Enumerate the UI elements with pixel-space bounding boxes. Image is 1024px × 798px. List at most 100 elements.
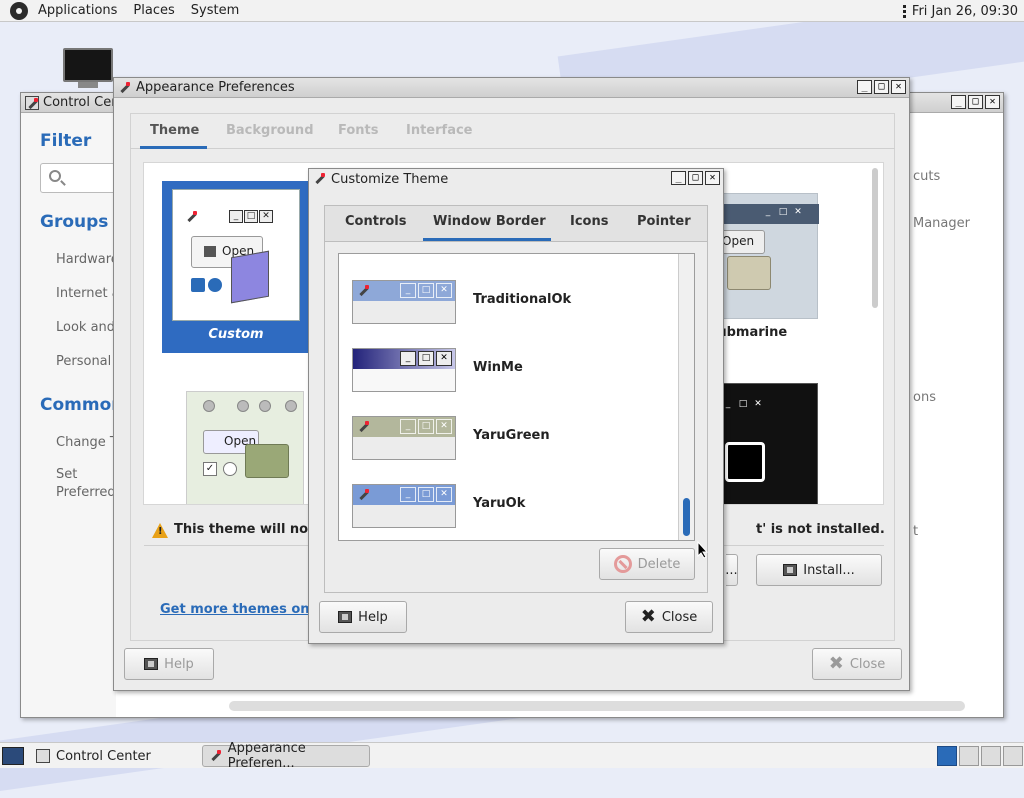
control-center-sidebar: [21, 113, 116, 717]
clock[interactable]: Fri Jan 26, 09:30: [912, 4, 1018, 19]
list-item[interactable]: _ □ ✕ TraditionalOk: [339, 268, 679, 336]
minimize-icon[interactable]: _: [671, 171, 686, 185]
customize-theme-dialog: Customize Theme _ □ ✕ Controls Window Bo…: [308, 168, 724, 644]
tab-window-border[interactable]: Window Border: [433, 214, 546, 229]
border-list-scrollbar[interactable]: [678, 254, 694, 540]
tab-fonts[interactable]: Fonts: [338, 123, 379, 138]
close-icon: ✖: [828, 653, 844, 674]
customize-notebook: _ □ ✕ TraditionalOk _ □ ✕ WinMe _ □ ✕ YaruGree…: [324, 241, 708, 593]
theme-dark-preview[interactable]: _ □ ✕: [714, 383, 818, 504]
border-preview: _ □ ✕: [352, 416, 456, 460]
workspace-1[interactable]: [937, 746, 957, 766]
maximize-icon[interactable]: □: [968, 95, 983, 109]
group-look-and-feel[interactable]: Look and Feel: [56, 320, 116, 335]
checkbox-icon: ✓: [203, 462, 217, 476]
cc-item-partial[interactable]: cuts: [913, 169, 940, 184]
tab-theme[interactable]: Theme: [150, 123, 199, 138]
task-control-center[interactable]: Control Center: [30, 745, 157, 767]
panel-kebab-icon[interactable]: [902, 4, 906, 18]
customize-titlebar[interactable]: Customize Theme _ □ ✕: [309, 169, 723, 189]
delete-button[interactable]: Delete: [599, 548, 695, 580]
cc-item-partial[interactable]: ons: [913, 390, 936, 405]
partial-button[interactable]: ...: [725, 554, 738, 586]
get-more-themes-link[interactable]: Get more themes onlin: [160, 602, 328, 617]
appearance-titlebar[interactable]: Appearance Preferences _ □ ✕: [114, 78, 909, 98]
common-change-theme[interactable]: Change Theme: [56, 435, 116, 450]
menu-places[interactable]: Places: [125, 3, 182, 18]
radio-icon: [223, 462, 237, 476]
warning-text-tail: t' is not installed.: [756, 522, 885, 537]
checkbox-icon: [191, 278, 205, 292]
help-icon: [338, 611, 353, 623]
paintbrush-icon: [313, 172, 327, 186]
common-preferred-apps[interactable]: Set Preferred Applications: [56, 466, 116, 502]
window-border-list: _ □ ✕ TraditionalOk _ □ ✕ WinMe _ □ ✕ YaruGree…: [338, 253, 695, 541]
theme-custom[interactable]: _ □ ✕ Open Custom: [162, 181, 310, 353]
group-internet[interactable]: Internet and Network: [56, 286, 116, 301]
folder-icon: [245, 444, 289, 478]
list-item[interactable]: _ □ ✕ WinMe: [339, 336, 679, 404]
list-item[interactable]: _ □ ✕ YaruOk: [339, 472, 679, 540]
menu-applications[interactable]: Applications: [30, 3, 125, 18]
tab-background[interactable]: Background: [226, 123, 314, 138]
close-button[interactable]: ✖ Close: [812, 648, 902, 680]
border-preview: _ □ ✕: [352, 280, 456, 324]
panel-right: Fri Jan 26, 09:30: [902, 0, 1018, 22]
paintbrush-icon: [357, 488, 371, 502]
help-button[interactable]: Help: [124, 648, 214, 680]
border-preview: _ □ ✕: [352, 348, 456, 392]
theme-list-scrollbar[interactable]: [872, 168, 878, 308]
list-item[interactable]: _ □ ✕ YaruGreen: [339, 404, 679, 472]
appearance-tabs: Theme Background Fonts Interface: [130, 113, 895, 149]
workspace-4[interactable]: [1003, 746, 1023, 766]
show-desktop-icon[interactable]: [2, 747, 24, 765]
filter-heading: Filter: [40, 131, 92, 151]
workspace-2[interactable]: [959, 746, 979, 766]
tab-controls[interactable]: Controls: [345, 214, 406, 229]
maximize-icon[interactable]: □: [688, 171, 703, 185]
computer-desktop-icon[interactable]: [63, 48, 113, 90]
gnome-foot-icon[interactable]: [10, 1, 28, 20]
scrollbar-thumb[interactable]: [683, 498, 690, 536]
group-personal[interactable]: Personal: [56, 354, 116, 369]
paintbrush-icon: [209, 749, 222, 763]
folder-icon: [727, 256, 771, 290]
minimize-icon[interactable]: _: [857, 80, 872, 94]
group-hardware[interactable]: Hardware: [56, 252, 116, 267]
horizontal-scrollbar[interactable]: [229, 701, 965, 711]
search-icon: [49, 170, 61, 182]
cc-item-partial[interactable]: t: [913, 524, 918, 539]
border-name: TraditionalOk: [473, 292, 572, 307]
help-icon: [144, 658, 159, 670]
appearance-title: Appearance Preferences: [136, 80, 295, 95]
folder-icon: [725, 442, 765, 482]
customize-tabs: Controls Window Border Icons Pointer: [324, 205, 708, 241]
tab-interface[interactable]: Interface: [406, 123, 473, 138]
cc-item-partial[interactable]: Manager: [913, 216, 970, 231]
mini-window-buttons: _ □ ✕: [721, 398, 765, 411]
minimize-icon[interactable]: _: [951, 95, 966, 109]
install-button[interactable]: Install...: [756, 554, 882, 586]
close-icon[interactable]: ✕: [891, 80, 906, 94]
close-button[interactable]: ✖ Close: [625, 601, 713, 633]
tab-pointer[interactable]: Pointer: [637, 214, 691, 229]
maximize-icon[interactable]: □: [874, 80, 889, 94]
paintbrush-icon: [118, 81, 132, 95]
workspace-3[interactable]: [981, 746, 1001, 766]
close-icon[interactable]: ✕: [985, 95, 1000, 109]
theme-green-preview[interactable]: Open ✓: [186, 391, 304, 504]
menu-system[interactable]: System: [183, 3, 247, 18]
theme-custom-label: Custom: [208, 327, 264, 342]
radio-icon: [208, 278, 222, 292]
task-appearance[interactable]: Appearance Preferen...: [202, 741, 370, 771]
paintbrush-icon: [357, 284, 371, 298]
close-icon[interactable]: ✕: [705, 171, 720, 185]
tab-icons[interactable]: Icons: [570, 214, 608, 229]
warning-icon: [152, 523, 168, 538]
control-center-app-icon: [25, 95, 39, 110]
paintbrush-icon: [357, 420, 371, 434]
control-center-app-icon: [36, 749, 50, 763]
help-button[interactable]: Help: [319, 601, 407, 633]
mini-window-buttons: _ □ ✕: [761, 206, 805, 219]
border-name: YaruOk: [473, 496, 526, 511]
